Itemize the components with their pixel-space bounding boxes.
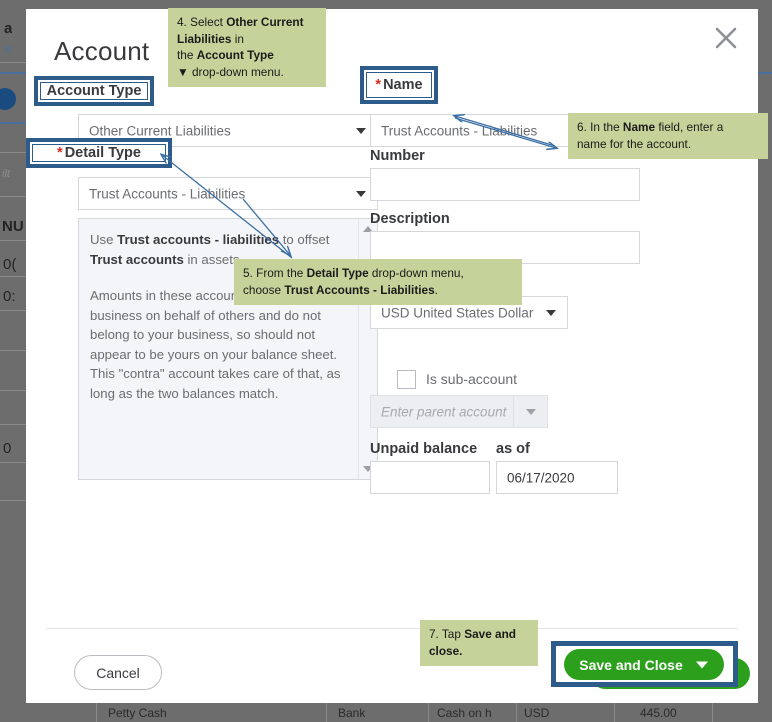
callout-6-part-2: field, enter a [655, 120, 724, 134]
callout-step-6: 6. In the Name field, enter a name for th… [568, 113, 768, 159]
callout-7-part-1: Save and [464, 627, 517, 641]
callout-4-part-2: in [231, 31, 244, 46]
callout-6-part-4: name for the account. [577, 136, 692, 151]
callout-5-part-2: drop-down menu, [368, 266, 464, 280]
callout-7-part-0: 7. Tap [429, 627, 465, 641]
callout-5-part-4: choose [243, 282, 285, 297]
arrow-to-description-panel [242, 198, 290, 255]
callout-5-part-1: Detail Type [306, 266, 369, 280]
callout-7-part-3: close. [429, 643, 463, 658]
arrow-to-detail-type [162, 155, 293, 259]
callout-5-part-5: Trust Accounts - Liabilities [284, 282, 435, 297]
callout-step-7: 7. Tap Save and close. [420, 620, 538, 666]
callout-6-part-0: 6. In the [577, 120, 623, 134]
arrow-from-name-field [454, 117, 556, 148]
annotation-arrows [0, 0, 772, 259]
arrow-to-name-field [455, 116, 556, 147]
callout-4-part-5: Account Type [196, 48, 274, 62]
callout-5-part-0: 5. From the [243, 266, 307, 280]
callout-4-part-4: the [177, 48, 197, 62]
callout-6-part-1: Name [622, 120, 656, 134]
callout-step-5: 5. From the Detail Type drop-down menu, c… [234, 259, 522, 305]
callout-4-part-0: 4. Select [177, 15, 227, 29]
callout-step-4: 4. Select Other Current Liabilities in th… [168, 8, 326, 87]
callout-4-part-7: ▼ drop-down menu. [177, 64, 284, 79]
callout-5-part-6: . [434, 282, 438, 297]
